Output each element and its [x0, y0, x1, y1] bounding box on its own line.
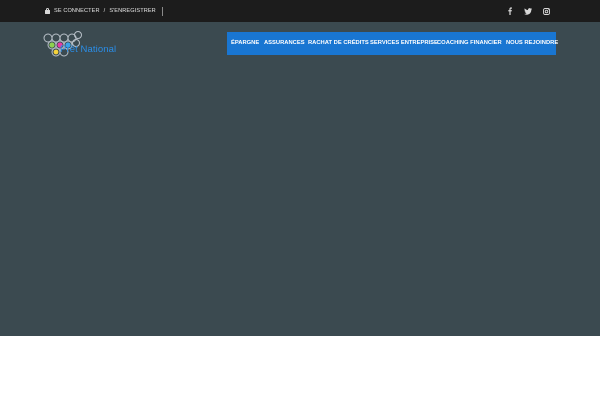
divider: [161, 6, 163, 16]
lock-icon: [45, 7, 50, 14]
nav-item-nous-rejoindre[interactable]: NOUS REJOINDRE: [506, 32, 558, 55]
hero-header: [0, 22, 600, 336]
main-navigation: ÉPARGNE ASSURANCES RACHAT DE CRÉDITS SER…: [227, 32, 558, 55]
top-bar: SE CONNECTER / S'ENREGISTRER: [0, 0, 600, 22]
nav-item-epargne[interactable]: ÉPARGNE: [231, 32, 259, 55]
nav-item-coaching-financier[interactable]: COACHING FINANCIER: [437, 32, 502, 55]
nav-item-services-entreprise[interactable]: SERVICES ENTREPRISE: [370, 32, 438, 55]
instagram-icon[interactable]: [542, 7, 550, 15]
account-links: SE CONNECTER / S'ENREGISTRER: [45, 0, 163, 22]
nav-item-assurances[interactable]: ASSURANCES: [264, 32, 305, 55]
login-link[interactable]: SE CONNECTER: [54, 8, 100, 14]
facebook-icon[interactable]: [506, 7, 514, 15]
twitter-icon[interactable]: [524, 7, 532, 15]
register-link[interactable]: S'ENREGISTRER: [109, 8, 156, 14]
brand-name[interactable]: Prêt National: [60, 44, 116, 55]
nav-item-rachat-de-credits[interactable]: RACHAT DE CRÉDITS: [308, 32, 369, 55]
social-links: [506, 0, 550, 22]
login-register-separator: /: [103, 8, 106, 14]
